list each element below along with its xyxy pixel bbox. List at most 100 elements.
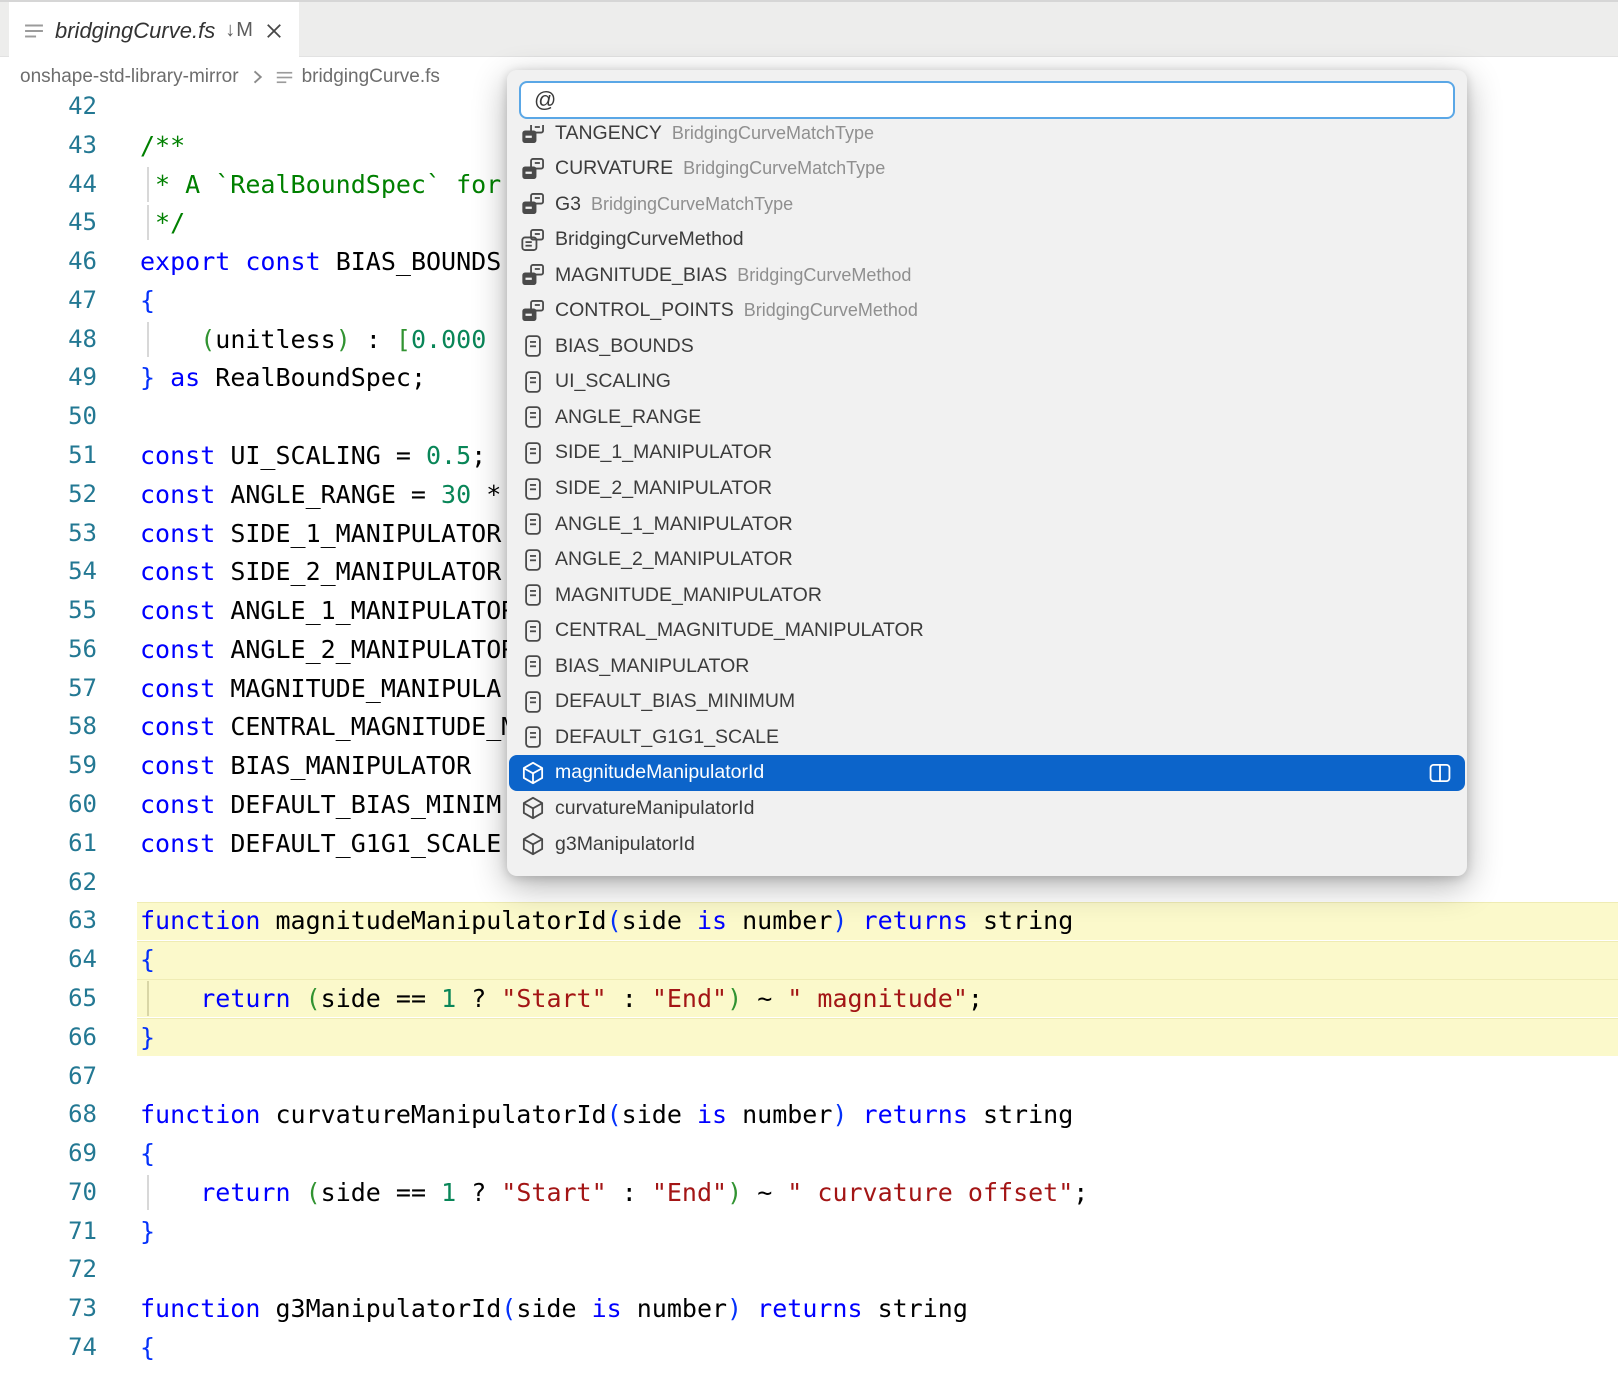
code-line[interactable]: 66 }	[0, 1018, 1618, 1057]
line-number: 69	[68, 1139, 97, 1168]
vscode-window: bridgingCurve.fs ↓M onshape-std-library-…	[0, 0, 1618, 1396]
symbol-item[interactable]: magnitudeManipulatorId	[509, 754, 1465, 791]
symbol-item[interactable]: BIAS_MANIPULATOR	[509, 648, 1465, 684]
code-line[interactable]: 65 return (side == 1 ? "Start" : "End") …	[0, 979, 1618, 1018]
code-line[interactable]: 63 function magnitudeManipulatorId(side …	[0, 901, 1618, 940]
code-text: const MAGNITUDE_MANIPULA	[140, 673, 502, 703]
constant-icon	[521, 512, 545, 536]
line-number: 53	[68, 518, 97, 547]
symbol-detail: BridgingCurveMethod	[743, 300, 918, 321]
constant-icon	[521, 548, 545, 572]
code-text: (unitless) : [0.000	[200, 324, 487, 354]
constant-icon	[521, 405, 545, 429]
code-text: const UI_SCALING = 0.5;	[140, 441, 487, 471]
code-text: }	[140, 1022, 156, 1052]
git-modified-badge: ↓M	[225, 19, 254, 41]
constant-icon	[521, 725, 545, 749]
symbol-item[interactable]: MAGNITUDE_BIAS BridgingCurveMethod	[509, 257, 1465, 293]
symbol-item[interactable]: g3ManipulatorId	[509, 826, 1465, 862]
code-text: } as RealBoundSpec;	[140, 363, 427, 393]
method-icon	[521, 832, 545, 856]
code-text: {	[140, 945, 156, 975]
method-icon	[521, 761, 545, 785]
code-line[interactable]: 73 function g3ManipulatorId(side is numb…	[0, 1289, 1618, 1328]
symbol-label: UI_SCALING	[555, 370, 671, 393]
line-number: 57	[68, 673, 97, 702]
code-text: const SIDE_1_MANIPULATOR	[140, 518, 502, 548]
constant-icon	[521, 441, 545, 465]
symbol-label: ANGLE_2_MANIPULATOR	[555, 548, 793, 571]
constant-icon	[521, 334, 545, 358]
enum-member-icon	[521, 157, 545, 181]
symbol-item[interactable]: BIAS_BOUNDS	[509, 328, 1465, 364]
line-number: 72	[68, 1255, 97, 1284]
code-text: const DEFAULT_BIAS_MINIM	[140, 790, 502, 820]
code-text: {	[140, 285, 156, 315]
symbol-item[interactable]: MAGNITUDE_MANIPULATOR	[509, 577, 1465, 613]
line-number: 73	[68, 1294, 97, 1323]
symbol-item[interactable]: ANGLE_2_MANIPULATOR	[509, 542, 1465, 578]
line-number: 52	[68, 479, 97, 508]
symbol-label: ANGLE_1_MANIPULATOR	[555, 512, 793, 535]
code-text: const CENTRAL_MAGNITUDE_M	[140, 712, 517, 742]
line-number: 55	[68, 596, 97, 625]
code-line[interactable]: 67	[0, 1057, 1618, 1096]
breadcrumb-file[interactable]: bridgingCurve.fs	[302, 66, 440, 88]
code-text: const ANGLE_RANGE = 30 *	[140, 479, 502, 509]
symbol-label: curvatureManipulatorId	[555, 796, 755, 819]
symbol-item[interactable]: CONTROL_POINTS BridgingCurveMethod	[509, 293, 1465, 329]
symbol-picker-overlay: TANGENCY BridgingCurveMatchType CURVATUR…	[507, 70, 1467, 876]
code-text: return (side == 1 ? "Start" : "End") ~ "…	[200, 983, 983, 1013]
open-to-side-button[interactable]	[1427, 761, 1453, 785]
symbol-item[interactable]: CURVATURE BridgingCurveMatchType	[509, 151, 1465, 187]
symbol-item[interactable]: SIDE_2_MANIPULATOR	[509, 471, 1465, 507]
symbol-label: ANGLE_RANGE	[555, 405, 702, 428]
code-line[interactable]: 64 {	[0, 940, 1618, 979]
code-text: {	[140, 1332, 156, 1362]
symbol-item[interactable]: SIDE_1_MANIPULATOR	[509, 435, 1465, 471]
symbol-item[interactable]: ANGLE_1_MANIPULATOR	[509, 506, 1465, 542]
symbol-label: BIAS_MANIPULATOR	[555, 654, 750, 677]
code-text: function curvatureManipulatorId(side is …	[140, 1100, 1074, 1130]
symbol-item[interactable]: DEFAULT_G1G1_SCALE	[509, 719, 1465, 755]
symbol-item[interactable]: G3 BridgingCurveMatchType	[509, 186, 1465, 222]
code-line[interactable]: 74 {	[0, 1328, 1618, 1367]
symbol-item[interactable]: DEFAULT_BIAS_MINIMUM	[509, 684, 1465, 720]
line-number: 70	[68, 1177, 97, 1206]
symbol-item[interactable]: ANGLE_RANGE	[509, 399, 1465, 435]
symbol-label: MAGNITUDE_BIAS	[555, 263, 728, 286]
code-text: */	[140, 208, 186, 238]
code-line[interactable]: 69 {	[0, 1134, 1618, 1173]
code-text: return (side == 1 ? "Start" : "End") ~ "…	[200, 1177, 1089, 1207]
symbol-label: SIDE_1_MANIPULATOR	[555, 441, 773, 464]
symbol-item[interactable]: CENTRAL_MAGNITUDE_MANIPULATOR	[509, 613, 1465, 649]
symbol-item[interactable]: curvatureManipulatorId	[509, 790, 1465, 826]
breadcrumb-folder[interactable]: onshape-std-library-mirror	[20, 66, 239, 88]
close-icon[interactable]	[264, 21, 284, 41]
code-line[interactable]: 72	[0, 1250, 1618, 1289]
tab-bridgingcurve[interactable]: bridgingCurve.fs ↓M	[9, 2, 299, 59]
enum-member-icon	[521, 299, 545, 323]
symbol-item[interactable]: UI_SCALING	[509, 364, 1465, 400]
code-text: const ANGLE_2_MANIPULATOR	[140, 634, 517, 664]
symbol-detail: BridgingCurveMethod	[737, 264, 912, 285]
constant-icon	[521, 477, 545, 501]
symbol-label: CENTRAL_MAGNITUDE_MANIPULATOR	[555, 619, 924, 642]
symbol-label: g3ManipulatorId	[555, 832, 695, 855]
line-number: 58	[68, 712, 97, 741]
symbol-label: CURVATURE	[555, 157, 674, 180]
line-number: 61	[68, 828, 97, 857]
constant-icon	[521, 690, 545, 714]
symbol-label: MAGNITUDE_MANIPULATOR	[555, 583, 822, 606]
line-number: 49	[68, 363, 97, 392]
code-line[interactable]: 68 function curvatureManipulatorId(side …	[0, 1095, 1618, 1134]
code-text: }	[140, 1216, 156, 1246]
line-number: 65	[68, 983, 97, 1012]
tab-title: bridgingCurve.fs	[55, 17, 216, 43]
code-line[interactable]: 70 return (side == 1 ? "Start" : "End") …	[0, 1173, 1618, 1212]
line-number: 46	[68, 247, 97, 276]
symbol-item[interactable]: BridgingCurveMethod	[509, 222, 1465, 258]
code-line[interactable]: 71 }	[0, 1212, 1618, 1251]
constant-icon	[521, 619, 545, 643]
symbol-search-input[interactable]	[519, 81, 1455, 119]
